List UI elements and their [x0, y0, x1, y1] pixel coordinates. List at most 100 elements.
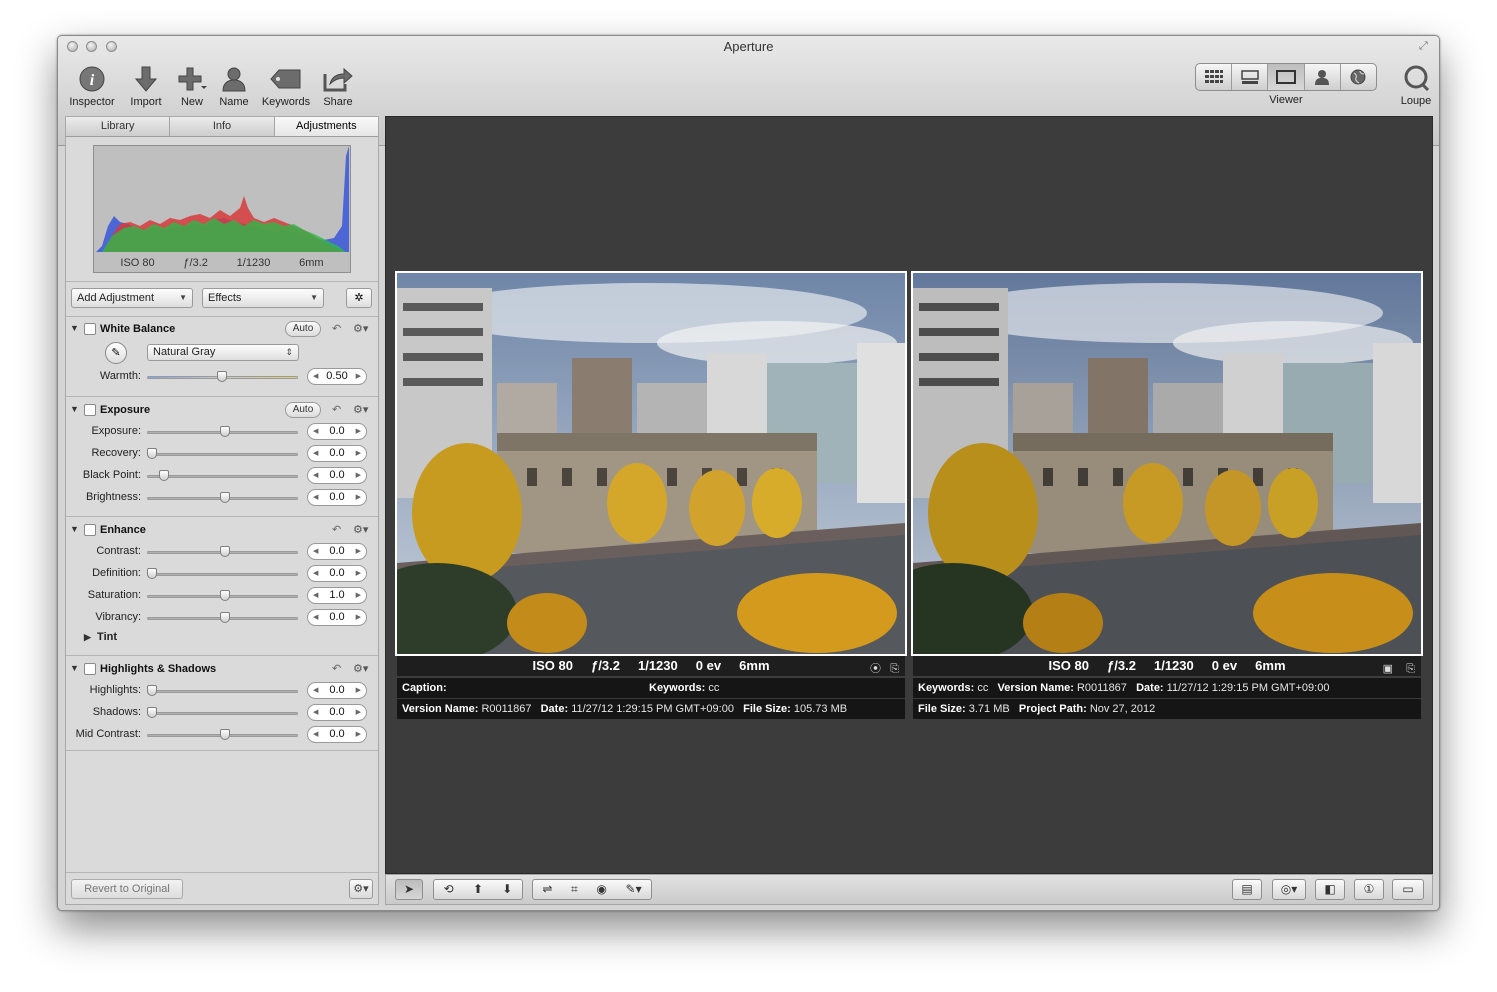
shadows-slider-knob[interactable]	[147, 707, 157, 718]
mid-contrast-value-field[interactable]: ◀ 0.0 ▶	[307, 726, 367, 743]
keywords-button[interactable]: Keywords	[258, 64, 314, 108]
increment-icon[interactable]: ▶	[356, 610, 361, 625]
recovery-slider-knob[interactable]	[147, 448, 157, 459]
white-balance-auto-button[interactable]: Auto	[285, 321, 321, 337]
warmth-slider-knob[interactable]	[217, 371, 227, 382]
straighten-icon[interactable]: ⇌	[542, 880, 552, 899]
new-button[interactable]: New	[174, 64, 210, 108]
viewer-view-button[interactable]	[1268, 64, 1305, 90]
contrast-value-field[interactable]: ◀ 0.0 ▶	[307, 543, 367, 560]
brightness-slider-knob[interactable]	[220, 492, 230, 503]
increment-icon[interactable]: ▶	[356, 588, 361, 603]
decrement-icon[interactable]: ◀	[313, 446, 318, 461]
recovery-slider-track[interactable]	[147, 453, 298, 456]
browser-view-button[interactable]	[1196, 64, 1233, 90]
black-point-value-field[interactable]: ◀ 0.0 ▶	[307, 467, 367, 484]
increment-icon[interactable]: ▶	[356, 566, 361, 581]
photo-left-master[interactable]	[395, 271, 907, 656]
black-point-slider-knob[interactable]	[159, 470, 169, 481]
decrement-icon[interactable]: ◀	[313, 490, 318, 505]
reset-icon[interactable]: ↶	[332, 403, 341, 416]
brightness-value-field[interactable]: ◀ 0.0 ▶	[307, 489, 367, 506]
black-point-slider-track[interactable]	[147, 475, 298, 478]
places-view-button[interactable]	[1341, 64, 1376, 90]
import-button[interactable]: Import	[124, 64, 168, 108]
tab-adjustments[interactable]: Adjustments	[274, 117, 378, 136]
faces-view-button[interactable]	[1305, 64, 1341, 90]
stamp-icon[interactable]: ⬇	[502, 880, 512, 899]
exposure-slider-knob[interactable]	[220, 426, 230, 437]
brush-icon[interactable]: ✎▾	[626, 880, 642, 899]
increment-icon[interactable]: ▶	[356, 446, 361, 461]
vibrancy-slider-knob[interactable]	[220, 612, 230, 623]
definition-slider-knob[interactable]	[147, 568, 157, 579]
decrement-icon[interactable]: ◀	[313, 566, 318, 581]
lift-icon[interactable]: ⬆	[473, 880, 483, 899]
disclosure-triangle-icon[interactable]: ▼	[70, 323, 79, 333]
effects-dropdown[interactable]: Effects ▼	[202, 288, 324, 308]
contrast-slider-knob[interactable]	[220, 546, 230, 557]
tint-disclosure[interactable]: ▶ Tint	[84, 631, 117, 643]
white-balance-checkbox[interactable]	[84, 323, 96, 335]
mid-contrast-slider-knob[interactable]	[220, 729, 230, 740]
increment-icon[interactable]: ▶	[356, 468, 361, 483]
decrement-icon[interactable]: ◀	[313, 369, 318, 384]
reset-icon[interactable]: ↶	[332, 523, 341, 536]
inspector-button[interactable]: i Inspector	[66, 64, 118, 108]
filmstrip-toggle-button[interactable]: ▭	[1392, 879, 1424, 900]
highlights-value-field[interactable]: ◀ 0.0 ▶	[307, 682, 367, 699]
definition-value-field[interactable]: ◀ 0.0 ▶	[307, 565, 367, 582]
reset-icon[interactable]: ↶	[332, 322, 341, 335]
decrement-icon[interactable]: ◀	[313, 424, 318, 439]
decrement-icon[interactable]: ◀	[313, 727, 318, 742]
enhance-checkbox[interactable]	[84, 524, 96, 536]
shadows-slider-track[interactable]	[147, 712, 298, 715]
tab-info[interactable]: Info	[170, 117, 275, 136]
saturation-slider-knob[interactable]	[220, 590, 230, 601]
gear-icon[interactable]: ⚙▾	[353, 662, 368, 675]
saturation-value-field[interactable]: ◀ 1.0 ▶	[307, 587, 367, 604]
split-view-button[interactable]	[1232, 64, 1269, 90]
add-adjustment-dropdown[interactable]: Add Adjustment ▼	[71, 288, 193, 308]
selection-tool-button[interactable]: ➤	[395, 879, 423, 900]
metadata-overlay-button[interactable]: ▤	[1232, 879, 1262, 900]
increment-icon[interactable]: ▶	[356, 369, 361, 384]
rotate-left-icon[interactable]: ⟲	[444, 880, 454, 899]
fullscreen-icon[interactable]: ⤢	[1419, 40, 1431, 52]
highlights-slider-knob[interactable]	[147, 685, 157, 696]
decrement-icon[interactable]: ◀	[313, 705, 318, 720]
warmth-value-field[interactable]: ◀ 0.50 ▶	[307, 368, 367, 385]
reset-icon[interactable]: ↶	[332, 662, 341, 675]
recovery-value-field[interactable]: ◀ 0.0 ▶	[307, 445, 367, 462]
tab-library[interactable]: Library	[66, 117, 171, 136]
decrement-icon[interactable]: ◀	[313, 610, 318, 625]
disclosure-triangle-icon[interactable]: ▼	[70, 404, 79, 414]
photo-right-version[interactable]	[911, 271, 1423, 656]
decrement-icon[interactable]: ◀	[313, 468, 318, 483]
exposure-checkbox[interactable]	[84, 404, 96, 416]
increment-icon[interactable]: ▶	[356, 544, 361, 559]
decrement-icon[interactable]: ◀	[313, 588, 318, 603]
decrement-icon[interactable]: ◀	[313, 544, 318, 559]
share-button[interactable]: Share	[318, 64, 358, 108]
exposure-auto-button[interactable]: Auto	[285, 402, 321, 418]
increment-icon[interactable]: ▶	[356, 424, 361, 439]
adjustments-action-button[interactable]: ⚙▾	[349, 879, 373, 899]
loupe-button[interactable]: Loupe	[1395, 64, 1437, 107]
disclosure-triangle-icon[interactable]: ▼	[70, 524, 79, 534]
highlights-shadows-checkbox[interactable]	[84, 663, 96, 675]
disclosure-triangle-icon[interactable]: ▼	[70, 663, 79, 673]
eyedropper-button[interactable]: ✎	[105, 342, 127, 364]
gear-icon[interactable]: ⚙▾	[353, 523, 368, 536]
exposure-value-field[interactable]: ◀ 0.0 ▶	[307, 423, 367, 440]
increment-icon[interactable]: ▶	[356, 683, 361, 698]
vibrancy-value-field[interactable]: ◀ 0.0 ▶	[307, 609, 367, 626]
increment-icon[interactable]: ▶	[356, 705, 361, 720]
highlights-slider-track[interactable]	[147, 690, 298, 693]
definition-slider-track[interactable]	[147, 573, 298, 576]
name-button[interactable]: Name	[216, 64, 252, 108]
gear-icon[interactable]: ⚙▾	[353, 322, 368, 335]
decrement-icon[interactable]: ◀	[313, 683, 318, 698]
shadows-value-field[interactable]: ◀ 0.0 ▶	[307, 704, 367, 721]
red-eye-icon[interactable]: ◉	[596, 880, 606, 899]
